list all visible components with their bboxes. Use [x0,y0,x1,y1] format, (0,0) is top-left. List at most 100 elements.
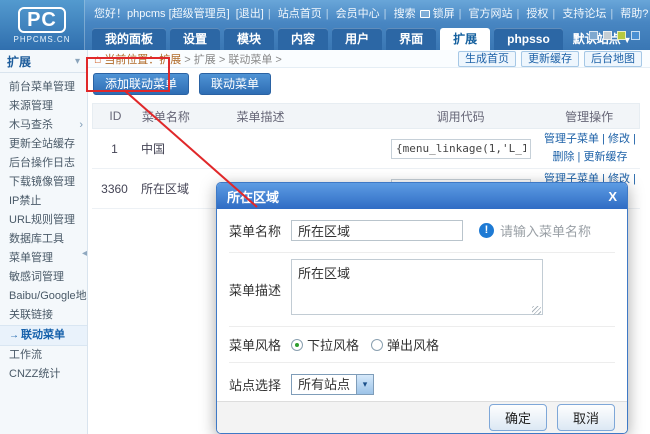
theme-swatch[interactable] [631,31,640,40]
ok-button[interactable]: 确定 [489,404,547,431]
sidebar-item-front-menu[interactable]: 前台菜单管理 [0,78,87,97]
tab-settings[interactable]: 设置 [170,28,220,50]
radio-unchecked-icon [371,339,383,351]
sidebar-item-workflow[interactable]: 工作流 [0,346,87,365]
call-code-input[interactable] [391,139,531,159]
menu-desc-row: 菜单描述 所在区域 [229,253,615,327]
dropdown-arrow-icon: ▾ [356,375,373,394]
site-select-dropdown[interactable]: 所有站点 ▾ [291,374,374,395]
linkage-menu-tab-button[interactable]: 联动菜单 [199,73,271,95]
sidebar-item-source[interactable]: 来源管理 [0,97,87,116]
radio-dropdown-style[interactable]: 下拉风格 [291,335,359,354]
sidebar-item-sensitive-words[interactable]: 敏感词管理 [0,268,87,287]
official-site-link[interactable]: 官方网站 [459,5,513,21]
menu-name-label: 菜单名称 [229,221,291,240]
cell-name: 中国 [137,140,232,157]
col-header-desc: 菜单描述 [232,108,381,125]
sidebar-item-maps[interactable]: Baibu/Google地图 [0,287,87,306]
cancel-button[interactable]: 取消 [557,404,615,431]
phpcms-logo: PC PHPCMS.CN [0,0,85,50]
sidebar-item-cnzz-stats[interactable]: CNZZ统计 [0,365,87,384]
sidebar-item-related-links[interactable]: 关联链接 [0,306,87,325]
user-greeting: 您好！phpcms [超级管理员] [94,5,230,21]
table-header-row: ID 菜单名称 菜单描述 调用代码 管理操作 [92,103,640,129]
breadcrumb: ⌂当前位置：扩展 > 扩展 > 联动菜单 > [94,51,282,67]
sidebar-item-update-cache[interactable]: 更新全站缓存 [0,135,87,154]
site-select-label: 站点选择 [229,375,291,394]
tab-extensions[interactable]: 扩展 [440,28,490,50]
tab-phpsso[interactable]: phpsso [494,28,563,50]
site-home-link[interactable]: 站点首页 [268,5,322,21]
member-center-link[interactable]: 会员中心 [326,5,380,21]
logo-mark: PC [18,7,66,33]
active-item-arrow-icon: → [9,326,19,345]
logo-site-text: PHPCMS.CN [13,35,70,44]
tab-modules[interactable]: 模块 [224,28,274,50]
lock-screen-icon [420,10,430,18]
name-hint: ! 请输入菜单名称 [479,221,591,240]
radio-popup-style[interactable]: 弹出风格 [371,335,439,354]
menu-style-label: 菜单风格 [229,335,291,354]
chevron-right-icon: › [79,116,83,135]
theme-swatch[interactable] [589,31,598,40]
close-icon[interactable]: X [608,189,617,204]
help-link[interactable]: 帮助? [610,5,648,21]
tab-interface[interactable]: 界面 [386,28,436,50]
theme-swatch[interactable] [617,31,626,40]
cell-id: 1 [92,142,137,156]
generate-homepage-button[interactable]: 生成首页 [458,51,516,67]
sidebar-menu: 前台菜单管理 来源管理 木马查杀› 更新全站缓存 后台操作日志 下载镜像管理 I… [0,73,87,384]
main-nav: 我的面板 设置 模块 内容 用户 界面 扩展 phpsso 默认站点▼ [92,27,530,50]
sidebar-item-url-rules[interactable]: URL规则管理 [0,211,87,230]
menu-name-input[interactable] [291,220,463,241]
sidebar: 扩展 ▾ 前台菜单管理 来源管理 木马查杀› 更新全站缓存 后台操作日志 下载镜… [0,50,88,434]
backend-map-button[interactable]: 后台地图 [584,51,642,67]
menu-desc-textarea[interactable]: 所在区域 [291,259,543,315]
sidebar-item-trojan-scan[interactable]: 木马查杀› [0,116,87,135]
top-links-right: 锁屏 官方网站 授权 支持论坛 帮助? [420,5,650,21]
support-forum-link[interactable]: 支持论坛 [552,5,606,21]
sidebar-item-download-mirror[interactable]: 下载镜像管理 [0,173,87,192]
add-linkage-menu-button[interactable]: 添加联动菜单 [93,73,189,95]
dialog-title-bar: 所在区域 X [217,183,627,209]
sidebar-collapse-icon[interactable]: ◂ [82,248,87,259]
header: PC PHPCMS.CN 您好！phpcms [超级管理员] [退出] 站点首页… [0,0,650,50]
home-icon: ⌂ [94,52,101,66]
col-header-name: 菜单名称 [138,108,233,125]
dialog-footer: 确定 取消 [217,401,627,433]
edit-linkage-menu-dialog: 所在区域 X 菜单名称 ! 请输入菜单名称 菜单描述 所在区域 菜单风格 下 [216,182,628,434]
sidebar-item-menu-manage[interactable]: 菜单管理 [0,249,87,268]
lock-screen-link[interactable]: 锁屏 [420,5,455,21]
site-select-row: 站点选择 所有站点 ▾ [229,363,615,405]
theme-swatch[interactable] [603,31,612,40]
logout-link[interactable]: [退出] [236,5,264,21]
menu-style-options: 下拉风格 弹出风格 [291,335,451,354]
tab-content[interactable]: 内容 [278,28,328,50]
sidebar-item-ip-ban[interactable]: IP禁止 [0,192,87,211]
col-header-ops: 管理操作 [539,108,639,125]
license-link[interactable]: 授权 [517,5,549,21]
update-cache-button[interactable]: 更新缓存 [521,51,579,67]
toolbar-buttons: 生成首页 更新缓存 后台地图 [453,51,642,67]
chevron-down-icon: ▾ [75,56,80,67]
top-bar: 您好！phpcms [超级管理员] [退出] 站点首页 会员中心 搜索 锁屏 官… [94,0,642,26]
tab-users[interactable]: 用户 [332,28,382,50]
search-link[interactable]: 搜索 [384,5,416,21]
resize-handle-icon[interactable] [532,306,541,315]
menu-style-row: 菜单风格 下拉风格 弹出风格 [229,327,615,363]
sidebar-item-admin-log[interactable]: 后台操作日志 [0,154,87,173]
cell-code [382,139,540,159]
radio-checked-icon [291,339,303,351]
sidebar-title[interactable]: 扩展 ▾ [0,50,87,73]
tab-dashboard[interactable]: 我的面板 [92,28,166,50]
cell-operations[interactable]: 管理子菜单 | 修改 | 删除 | 更新缓存 [540,131,640,165]
dialog-title: 所在区域 [227,187,279,206]
info-icon: ! [479,223,494,238]
sidebar-item-database-tools[interactable]: 数据库工具 [0,230,87,249]
sidebar-item-linkage-menu[interactable]: →联动菜单 [0,325,87,346]
action-row: 添加联动菜单 联动菜单 [93,73,650,95]
col-header-code: 调用代码 [382,108,539,125]
theme-swatches [584,31,640,40]
name-hint-text: 请输入菜单名称 [500,221,591,240]
col-header-id: ID [93,109,138,123]
